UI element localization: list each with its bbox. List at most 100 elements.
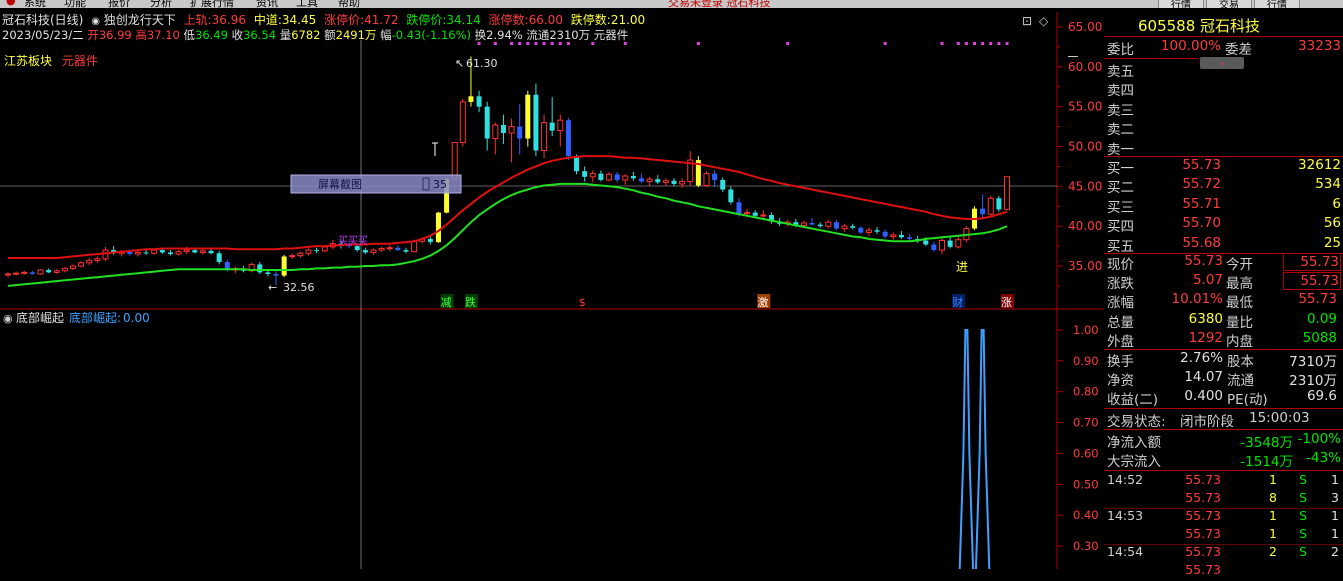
bid-row[interactable]: 买三 55.71 6	[1107, 196, 1343, 216]
ask-row[interactable]: 卖三	[1107, 99, 1343, 119]
btn-quote-1[interactable]: 行情	[1158, 0, 1204, 8]
maximize-icon[interactable]: ⊡	[1022, 14, 1032, 28]
candle-body	[257, 264, 263, 273]
signal-dot	[550, 42, 554, 45]
restore-icon[interactable]: ◇	[1039, 14, 1049, 28]
candle-body	[468, 96, 474, 102]
candle-body	[557, 119, 564, 132]
candle-body	[980, 208, 986, 215]
signal-dot	[534, 42, 538, 45]
candle-body	[451, 142, 458, 180]
price-tick-label: 55.00	[1068, 100, 1102, 114]
block-pct: -43%	[1306, 450, 1341, 466]
candle-body	[939, 240, 946, 251]
candle-body	[639, 178, 645, 182]
candles-group	[5, 56, 1010, 286]
candle-body	[931, 244, 937, 251]
candle-body	[841, 225, 848, 230]
bid-row[interactable]: 买一 55.73 32612	[1107, 157, 1343, 177]
candle-body	[500, 124, 506, 133]
candle-body	[703, 173, 710, 187]
ask-label: 卖三	[1107, 102, 1134, 119]
stat-value: 69.6	[1306, 388, 1337, 405]
ask-row[interactable]: 卖四	[1107, 79, 1343, 100]
signal-dot	[786, 42, 790, 45]
candle-body	[159, 250, 165, 253]
status-value: 闭市阶段	[1180, 414, 1234, 430]
weibi-label: 委比	[1107, 42, 1134, 58]
high-mark: 61.30	[466, 57, 498, 70]
candle-body	[833, 222, 839, 229]
candle-body	[86, 259, 93, 264]
indicator-name[interactable]: 底部崛起	[16, 310, 64, 325]
quote-label: 最低	[1226, 295, 1253, 312]
divider	[1104, 470, 1343, 471]
candle-body	[21, 271, 28, 274]
candle-body	[134, 251, 141, 255]
candle-body	[94, 258, 101, 261]
quote-row: 现价 55.73 今开 55.73	[1107, 253, 1343, 273]
quote-value: 5088	[1302, 329, 1337, 346]
bid-volume: 534	[1315, 176, 1341, 193]
candle-body	[29, 272, 35, 274]
candle-body	[305, 249, 312, 254]
tick-count: 2	[1331, 544, 1339, 559]
bid-price: 55.73	[1182, 157, 1221, 173]
bid-row[interactable]: 买四 55.70 56	[1107, 215, 1343, 235]
indicator-tick-label: 0.40	[1073, 508, 1099, 522]
signal-dot	[623, 42, 627, 45]
signal-dot	[997, 42, 1001, 45]
candle-body	[671, 180, 677, 184]
bid-label: 买二	[1107, 180, 1134, 197]
candle-body	[882, 231, 888, 237]
candle-body	[411, 240, 418, 253]
candle-body	[459, 101, 466, 144]
candle-body	[825, 221, 832, 227]
indicator-tick-label: 1.00	[1073, 323, 1099, 337]
quote-value: 0.09	[1306, 310, 1337, 327]
tick-price: 55.73	[1185, 472, 1221, 487]
candle-body	[273, 273, 279, 276]
candle-body	[297, 252, 304, 257]
tick-count: 1	[1331, 508, 1339, 523]
btn-trade[interactable]: 交易	[1206, 0, 1252, 8]
quote-label: 最高	[1226, 276, 1253, 293]
ask-row[interactable]: 卖二	[1107, 118, 1343, 138]
divider	[1104, 429, 1343, 430]
kline-chart[interactable]: 减跌 $ 激 财 涨 ↖ 61.30 ← 32.56 买买买 进 屏幕截图 35 ⊡ ◇…	[0, 0, 1104, 569]
candle-body	[622, 175, 629, 181]
candle-body	[167, 252, 173, 255]
ask-label: 卖五	[1107, 64, 1134, 80]
stat-label: PE(动)	[1227, 392, 1268, 409]
tick-price: 55.73	[1185, 526, 1221, 541]
bid-price: 55.68	[1182, 234, 1221, 251]
indicator-lines	[958, 329, 991, 569]
quote-label: 量比	[1226, 314, 1253, 331]
stat-label: 净资	[1107, 373, 1134, 390]
divider	[1104, 36, 1343, 37]
bid-row[interactable]: 买五 55.68 25	[1107, 234, 1343, 255]
ask-row[interactable]: 卖一	[1107, 138, 1343, 158]
bid-label: 买三	[1107, 199, 1134, 216]
signal-label: 涨	[1001, 296, 1012, 309]
tick-side: S	[1299, 490, 1307, 505]
signal-dot	[989, 42, 993, 45]
indicator-tick-label: 0.30	[1073, 539, 1099, 553]
candle-body	[890, 234, 897, 238]
btn-quote-2[interactable]: 行情	[1254, 0, 1300, 8]
ask-label: 卖四	[1107, 83, 1134, 100]
quote-label: 现价	[1107, 257, 1134, 273]
status-row: 交易状态: 闭市阶段 15:00:03	[1107, 410, 1343, 430]
tick-row: 14:54 55.73 2 S 2	[1107, 544, 1343, 563]
candle-body	[582, 171, 588, 177]
candle-body	[662, 180, 669, 183]
bid-row[interactable]: 买二 55.72 534	[1107, 176, 1343, 197]
indicator-axis: 1.00 0.90 0.80 0.70 0.60 0.50 0.40 0.30	[1057, 323, 1099, 553]
tick-volume: 1	[1269, 472, 1277, 487]
signal-dot	[510, 42, 514, 45]
candle-body	[289, 255, 296, 258]
signal-dot	[964, 42, 968, 45]
ask-row[interactable]: 卖五	[1107, 60, 1343, 80]
indicator-toggle-icon[interactable]: ◉	[3, 312, 13, 325]
candle-body	[5, 273, 11, 276]
